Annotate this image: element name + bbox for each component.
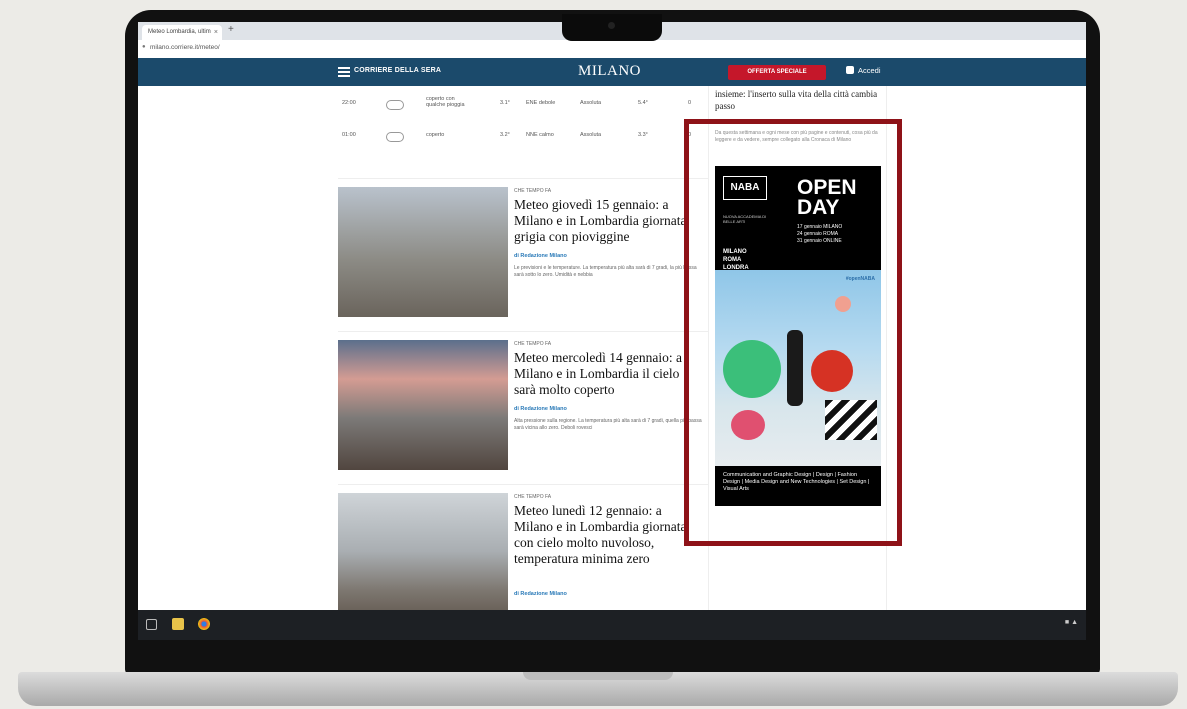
file-explorer-icon[interactable] [172, 618, 184, 630]
article-image[interactable] [338, 340, 508, 470]
cloud-icon [386, 132, 404, 142]
article-kicker: CHE TEMPO FA [514, 188, 552, 194]
sidebar-headline[interactable]: insieme: l'inserto sulla vita della citt… [715, 88, 880, 112]
menu-icon[interactable] [338, 67, 350, 79]
weather-humidity: Assoluta [580, 100, 602, 106]
camera-notch [562, 14, 662, 41]
screen: Meteo Lombardia, ultim × + ● milano.corr… [138, 22, 1086, 640]
highlight-box [684, 119, 902, 546]
browser-tab[interactable]: Meteo Lombardia, ultim × [142, 25, 222, 40]
weather-time: 01:00 [342, 132, 356, 138]
article-card[interactable]: CHE TEMPO FA Meteo giovedì 15 gennaio: a… [338, 178, 708, 324]
article-kicker: CHE TEMPO FA [514, 494, 552, 500]
base-groove [523, 672, 673, 680]
weather-row: 01:00 coperto 3.2° NNE calmo Assoluta 3.… [338, 126, 708, 148]
brand-logo[interactable]: CORRIERE DELLA SERA [354, 67, 441, 74]
article-headline[interactable]: Meteo giovedì 15 gennaio: a Milano e in … [514, 197, 704, 245]
cloud-icon [386, 100, 404, 110]
weather-temp: 3.1° [500, 100, 510, 106]
task-view-icon[interactable] [146, 619, 157, 630]
article-image[interactable] [338, 493, 508, 623]
weather-feels: 5.4° [638, 100, 648, 106]
main-column: 22:00 coperto con qualche pioggia 3.1° E… [338, 86, 709, 640]
close-tab-icon[interactable]: × [214, 25, 218, 40]
url-text[interactable]: milano.corriere.it/meteo/ [150, 44, 220, 51]
weather-humidity: Assoluta [580, 132, 602, 138]
webcam-icon [608, 22, 615, 29]
weather-desc: coperto con qualche pioggia [426, 96, 465, 108]
user-icon [846, 66, 854, 74]
weather-rain: 0 [688, 100, 692, 106]
system-tray[interactable]: ■ ▲ [1065, 619, 1078, 626]
article-summary: Le previsioni e le temperature. La tempe… [514, 265, 697, 278]
special-offer-button[interactable]: OFFERTA SPECIALE [728, 65, 826, 80]
article-author[interactable]: di Redazione Milano [514, 406, 567, 412]
site-header: CORRIERE DELLA SERA MILANO OFFERTA SPECI… [138, 58, 1086, 86]
article-author[interactable]: di Redazione Milano [514, 253, 567, 259]
new-tab-button[interactable]: + [228, 24, 234, 35]
article-image[interactable] [338, 187, 508, 317]
chrome-icon[interactable] [198, 618, 210, 630]
tab-title: Meteo Lombardia, ultim [148, 29, 211, 35]
lock-icon: ● [142, 44, 146, 50]
address-bar[interactable]: ● milano.corriere.it/meteo/ [138, 40, 1086, 59]
article-summary: Alta pressione sulla regione. La tempera… [514, 418, 702, 431]
weather-wind: NNE calmo [526, 132, 554, 138]
login-button[interactable]: Accedi [846, 66, 881, 75]
weather-row: 22:00 coperto con qualche pioggia 3.1° E… [338, 94, 708, 116]
weather-wind: ENE debole [526, 100, 556, 106]
article-card[interactable]: CHE TEMPO FA Meteo mercoledì 14 gennaio:… [338, 331, 708, 477]
weather-feels: 3.3° [638, 132, 648, 138]
article-kicker: CHE TEMPO FA [514, 341, 552, 347]
article-headline[interactable]: Meteo mercoledì 14 gennaio: a Milano e i… [514, 350, 704, 398]
weather-desc: coperto [426, 132, 445, 138]
weather-temp: 3.2° [500, 132, 510, 138]
section-title[interactable]: MILANO [578, 63, 641, 80]
article-author[interactable]: di Redazione Milano [514, 591, 567, 597]
weather-time: 22:00 [342, 100, 356, 106]
laptop-base [18, 672, 1178, 706]
article-headline[interactable]: Meteo lunedì 12 gennaio: a Milano e in L… [514, 503, 704, 567]
taskbar: ■ ▲ [138, 610, 1086, 640]
